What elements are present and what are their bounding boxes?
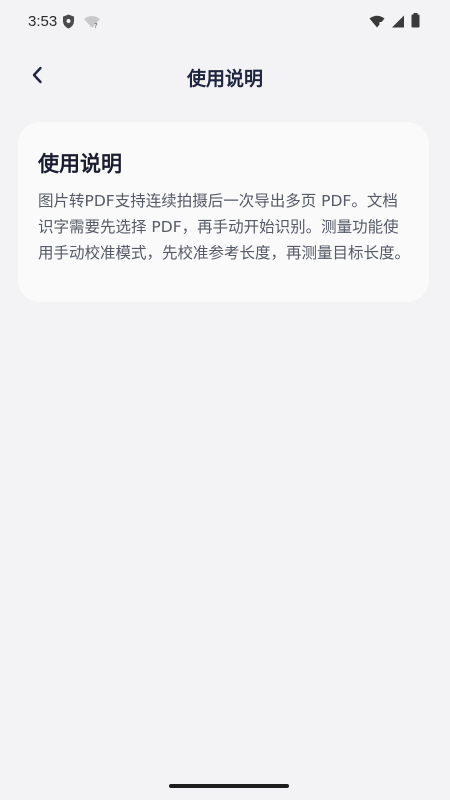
battery-icon (411, 13, 420, 32)
page-title: 使用说明 (186, 68, 263, 90)
signal-icon (391, 13, 405, 32)
status-time: 3:53 (28, 13, 58, 30)
status-bar: 3:53 ? (0, 0, 450, 44)
status-left-icons: ? (62, 14, 101, 33)
gesture-nav-handle[interactable] (169, 784, 289, 788)
app-bar: 使用说明 (0, 54, 450, 100)
card-title: 使用说明 (38, 152, 122, 176)
card-body-text: 图片转PDF支持连续拍摄后一次导出多页 PDF。文档识字需要先选择 PDF，再手… (38, 192, 411, 262)
instructions-card: 使用说明 图片转PDF支持连续拍摄后一次导出多页 PDF。文档识字需要先选择 P… (18, 122, 429, 302)
svg-text:?: ? (94, 22, 98, 29)
wifi-question-icon: ? (83, 14, 101, 33)
status-right-icons (369, 13, 420, 32)
wifi-icon (369, 13, 385, 32)
shield-icon (62, 14, 75, 33)
